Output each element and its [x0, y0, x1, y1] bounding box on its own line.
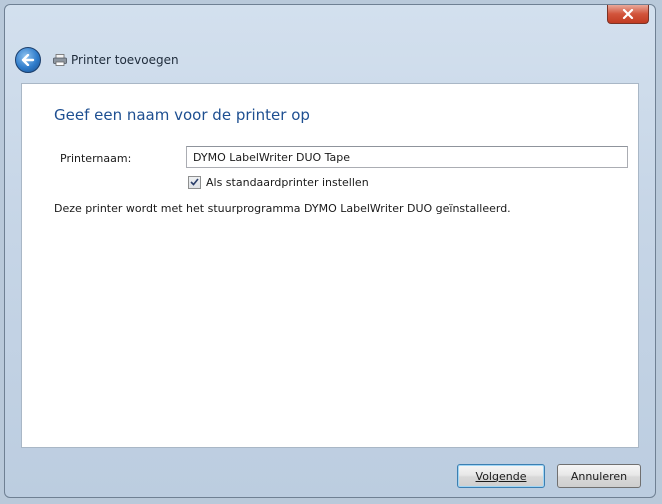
title-bar[interactable] — [5, 5, 655, 39]
cancel-button[interactable]: Annuleren — [557, 464, 641, 488]
wizard-footer: Volgende Annuleren — [5, 448, 655, 497]
wizard-content-panel: Geef een naam voor de printer op Printer… — [21, 83, 639, 448]
back-arrow-icon — [21, 54, 35, 66]
printer-name-label: Printernaam: — [60, 152, 132, 165]
set-default-option[interactable]: Als standaardprinter instellen — [188, 174, 369, 190]
driver-info-text: Deze printer wordt met het stuurprogramm… — [54, 202, 511, 215]
page-heading: Geef een naam voor de printer op — [54, 106, 310, 124]
next-button[interactable]: Volgende — [457, 464, 545, 488]
printer-name-input[interactable] — [186, 146, 628, 168]
set-default-checkbox[interactable] — [188, 175, 201, 189]
cancel-button-label: Annuleren — [570, 469, 628, 483]
next-button-label: Volgende — [475, 469, 527, 483]
add-printer-window: Printer toevoegen Geef een naam voor de … — [4, 4, 656, 498]
printer-icon — [53, 54, 67, 66]
back-button[interactable] — [15, 47, 41, 73]
checkmark-icon — [190, 178, 199, 186]
set-default-label: Als standaardprinter instellen — [206, 175, 369, 189]
wizard-title: Printer toevoegen — [71, 53, 179, 67]
wizard-nav-bar: Printer toevoegen — [5, 39, 655, 83]
close-button[interactable] — [607, 5, 649, 24]
close-icon — [622, 9, 634, 19]
